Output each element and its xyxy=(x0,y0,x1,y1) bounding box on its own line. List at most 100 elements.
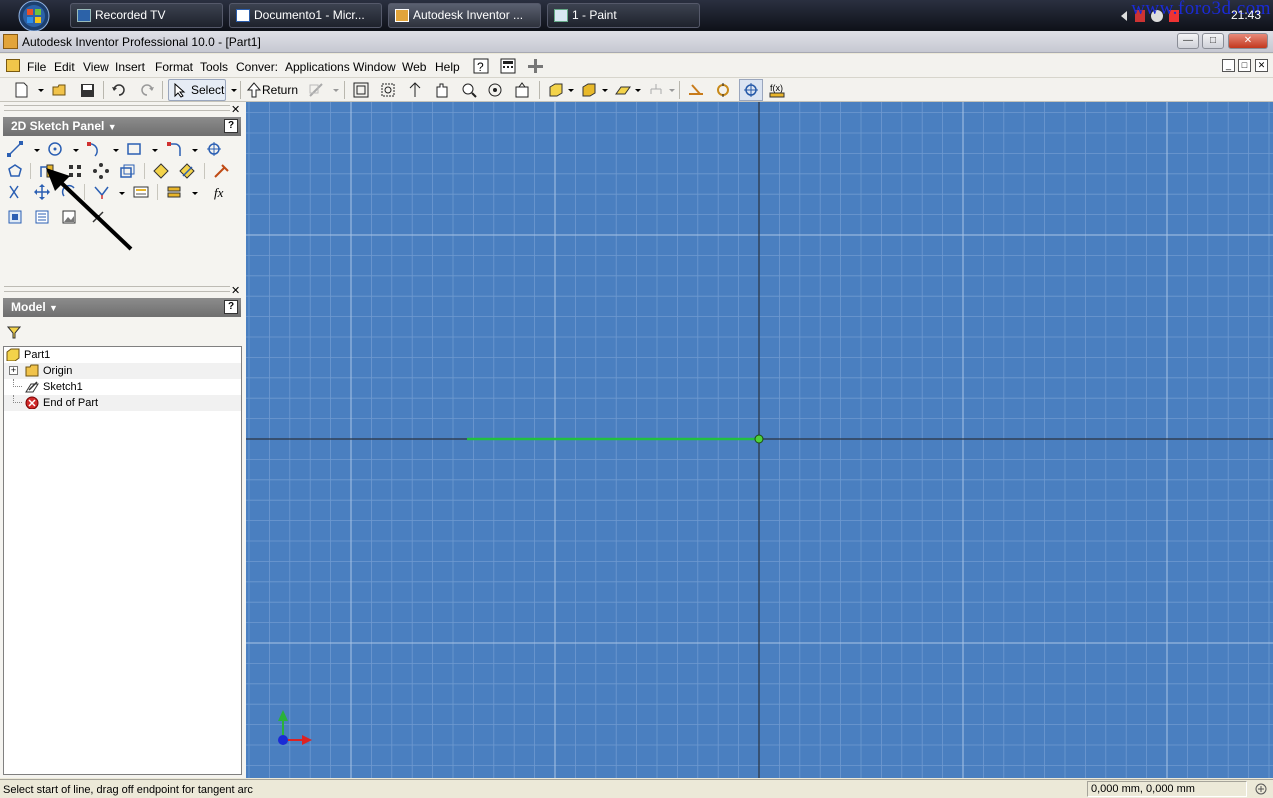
model-panel-close-icon[interactable]: ✕ xyxy=(231,284,240,297)
polygon-tool-icon[interactable] xyxy=(6,162,24,180)
undo-icon[interactable] xyxy=(110,81,128,99)
word-document-icon xyxy=(236,9,250,22)
calculator-icon[interactable] xyxy=(499,57,517,75)
tool-separator xyxy=(30,163,31,179)
model-panel-header[interactable]: Model ▼ ? xyxy=(3,298,241,317)
menu-file[interactable]: File xyxy=(27,60,46,74)
taskbar-button-paint[interactable]: 1 - Paint xyxy=(547,3,700,28)
menu-conver[interactable]: Conver: xyxy=(236,60,278,74)
zoom-icon[interactable] xyxy=(406,81,424,99)
parameters-icon[interactable]: f(x) xyxy=(768,81,786,99)
fillet-tool-icon[interactable] xyxy=(165,140,183,158)
return-button[interactable]: Return xyxy=(262,83,298,97)
menu-web[interactable]: Web xyxy=(402,60,426,74)
menu-applications[interactable]: Applications xyxy=(285,60,350,74)
expand-icon[interactable]: + xyxy=(9,366,18,375)
rectangle-dropdown-arrow[interactable] xyxy=(152,149,158,152)
zoom-window-icon[interactable] xyxy=(379,81,397,99)
menu-window[interactable]: Window xyxy=(353,60,396,74)
pan-icon[interactable] xyxy=(433,81,451,99)
return-arrow-icon[interactable] xyxy=(245,81,263,99)
end-of-part-icon xyxy=(25,396,39,409)
arc-tool-icon[interactable] xyxy=(85,140,103,158)
taskbar-button-recorded-tv[interactable]: Recorded TV xyxy=(70,3,223,28)
doc-restore-button[interactable]: □ xyxy=(1238,59,1251,72)
select-button[interactable]: Select xyxy=(168,79,226,101)
project-tool-icon[interactable] xyxy=(212,162,230,180)
maximize-button[interactable]: □ xyxy=(1202,33,1224,49)
rectangle-tool-icon[interactable] xyxy=(125,140,143,158)
left-panel-area: ✕ 2D Sketch Panel ▼ ? fx ✕ Model ▼ ? Par… xyxy=(0,102,246,778)
doc-minimize-button[interactable]: _ xyxy=(1222,59,1235,72)
menu-tools[interactable]: Tools xyxy=(200,60,228,74)
new-dropdown-arrow[interactable] xyxy=(38,89,44,92)
help-icon[interactable]: ? xyxy=(224,300,238,314)
crosshair-icon xyxy=(744,83,758,97)
auto-dimension-icon[interactable] xyxy=(178,162,196,180)
shadow-mode-dropdown-arrow[interactable] xyxy=(602,89,608,92)
doc-close-button[interactable]: ✕ xyxy=(1255,59,1268,72)
project-geometry-icon[interactable] xyxy=(714,81,732,99)
help-icon[interactable]: ? xyxy=(224,119,238,133)
sketch-panel-close-icon[interactable]: ✕ xyxy=(231,103,240,116)
zoom-all-icon[interactable] xyxy=(352,81,370,99)
status-help-icon[interactable] xyxy=(1254,782,1268,796)
taskbar-button-inventor[interactable]: Autodesk Inventor ... xyxy=(388,3,541,28)
shadow-mode-icon[interactable] xyxy=(580,81,598,99)
line-dropdown-arrow[interactable] xyxy=(34,149,40,152)
menu-help[interactable]: Help xyxy=(435,60,460,74)
add-icon[interactable] xyxy=(526,57,544,75)
tree-item-sketch1[interactable]: Sketch1 xyxy=(4,379,241,395)
circle-dropdown-arrow[interactable] xyxy=(73,149,79,152)
minimize-button[interactable]: — xyxy=(1177,33,1199,49)
structure-dropdown-arrow xyxy=(669,89,675,92)
fillet-dropdown-arrow[interactable] xyxy=(192,149,198,152)
help-topics-icon[interactable]: ? xyxy=(472,57,490,75)
svg-text:fx: fx xyxy=(214,185,224,200)
tree-item-part1[interactable]: Part1 xyxy=(4,347,241,363)
origin-toggle-button[interactable] xyxy=(739,79,763,101)
point-tool-icon[interactable] xyxy=(205,140,223,158)
menu-view[interactable]: View xyxy=(83,60,109,74)
windows-logo-icon xyxy=(18,0,50,32)
plane-dropdown-arrow[interactable] xyxy=(635,89,641,92)
general-dimension-icon[interactable] xyxy=(152,162,170,180)
select-dropdown-arrow[interactable] xyxy=(231,89,237,92)
start-button[interactable] xyxy=(6,0,50,32)
slice-graphics-icon[interactable] xyxy=(687,81,705,99)
redo-icon[interactable] xyxy=(138,81,156,99)
text-tool-icon[interactable] xyxy=(165,183,183,201)
new-file-icon[interactable] xyxy=(12,81,30,99)
text-dropdown-arrow[interactable] xyxy=(192,192,198,195)
menu-insert[interactable]: Insert xyxy=(115,60,145,74)
line-tool-icon[interactable] xyxy=(6,140,24,158)
panel-grip[interactable] xyxy=(4,286,230,292)
menu-format[interactable]: Format xyxy=(155,60,193,74)
tree-item-end-of-part[interactable]: End of Part xyxy=(4,395,241,411)
save-icon[interactable] xyxy=(78,81,96,99)
trim-tool-icon[interactable] xyxy=(6,183,24,201)
toolbar-separator xyxy=(103,81,104,99)
rotate-icon[interactable] xyxy=(486,81,504,99)
document-icon[interactable] xyxy=(6,59,20,72)
inventor-app-icon[interactable] xyxy=(3,34,18,49)
circle-tool-icon[interactable] xyxy=(46,140,64,158)
panel-grip[interactable] xyxy=(4,105,230,111)
tree-item-origin[interactable]: + Origin xyxy=(4,363,241,379)
zoom-selected-icon[interactable] xyxy=(460,81,478,99)
plane-icon[interactable] xyxy=(614,81,632,99)
function-icon[interactable]: fx xyxy=(212,183,230,201)
display-mode-dropdown-arrow[interactable] xyxy=(568,89,574,92)
insert-image-table-icon[interactable] xyxy=(6,208,24,226)
close-button[interactable]: ✕ xyxy=(1228,33,1268,49)
open-folder-icon[interactable] xyxy=(51,81,69,99)
display-mode-icon[interactable] xyxy=(547,81,565,99)
filter-icon[interactable] xyxy=(7,325,21,339)
look-at-icon[interactable] xyxy=(513,81,531,99)
taskbar-button-label: Recorded TV xyxy=(95,8,166,22)
menu-edit[interactable]: Edit xyxy=(54,60,75,74)
sketch-canvas[interactable] xyxy=(246,102,1273,778)
sketch-panel-header[interactable]: 2D Sketch Panel ▼ ? xyxy=(3,117,241,136)
arc-dropdown-arrow[interactable] xyxy=(113,149,119,152)
taskbar-button-word[interactable]: Documento1 - Micr... xyxy=(229,3,382,28)
